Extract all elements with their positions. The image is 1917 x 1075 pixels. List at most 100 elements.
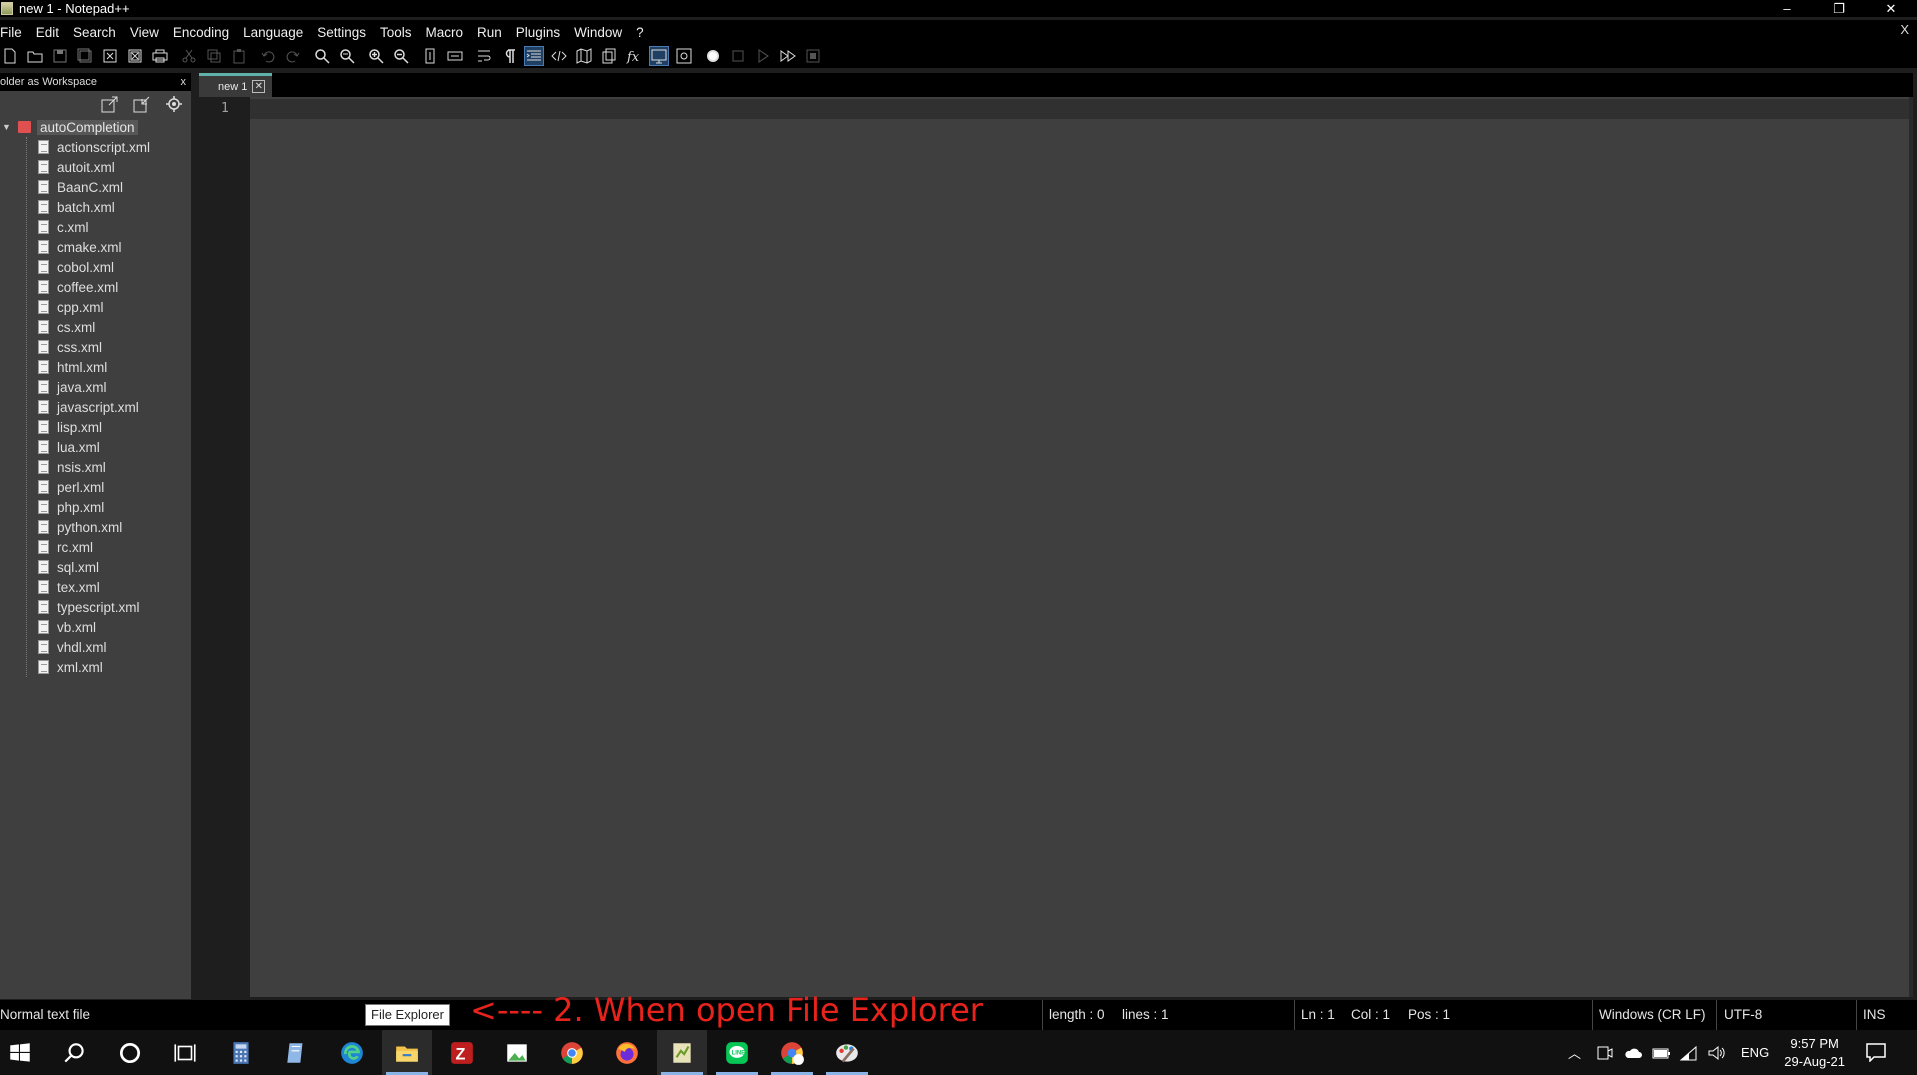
function-list-icon[interactable]: fx [624,46,644,66]
cortana-icon[interactable] [105,1030,155,1075]
tree-file-item[interactable]: batch.xml [27,197,191,217]
firefox-icon[interactable] [602,1030,652,1075]
notepadpp-app-icon[interactable] [1,2,13,15]
menu-settings[interactable]: Settings [317,25,366,40]
document-list-icon[interactable] [599,46,619,66]
tree-file-item[interactable]: cpp.xml [27,297,191,317]
menu-view[interactable]: View [130,25,159,40]
taskbar-clock[interactable]: 9:57 PM 29-Aug-21 [1784,1035,1845,1071]
expand-all-icon[interactable] [101,95,119,113]
tree-file-item[interactable]: lua.xml [27,437,191,457]
volume-icon[interactable] [1707,1044,1727,1062]
document-map-icon[interactable] [574,46,594,66]
redo-icon[interactable] [283,46,303,66]
tree-file-item[interactable]: typescript.xml [27,597,191,617]
cut-icon[interactable] [179,46,199,66]
record-macro-icon[interactable] [703,46,723,66]
tree-file-item[interactable]: sql.xml [27,557,191,577]
editor-area[interactable]: 1 [199,97,1913,997]
task-view-icon[interactable] [160,1030,210,1075]
status-encoding[interactable]: UTF-8 [1724,1007,1762,1022]
onedrive-cloud-icon[interactable] [1623,1044,1643,1062]
zoom-out-icon[interactable] [391,46,411,66]
xml-tag-icon[interactable] [549,46,569,66]
save-macro-icon[interactable] [803,46,823,66]
close-document-button[interactable]: X [1900,22,1909,37]
menu-file[interactable]: File [0,25,22,40]
notes-app-icon[interactable] [271,1030,321,1075]
tree-file-item[interactable]: lisp.xml [27,417,191,437]
tree-file-item[interactable]: c.xml [27,217,191,237]
close-all-icon[interactable] [125,46,145,66]
chrome-icon[interactable] [547,1030,597,1075]
tree-file-item[interactable]: cobol.xml [27,257,191,277]
notepadpp-taskbar-icon[interactable] [657,1030,707,1075]
sync-horizontal-icon[interactable] [445,46,465,66]
close-file-icon[interactable] [100,46,120,66]
indent-guide-icon[interactable] [524,46,544,66]
tree-file-item[interactable]: autoit.xml [27,157,191,177]
menu-encoding[interactable]: Encoding [173,25,229,40]
menu-window[interactable]: Window [574,25,622,40]
windows-start-icon[interactable] [0,1030,45,1075]
battery-icon[interactable] [1651,1044,1671,1062]
notification-center-icon[interactable] [1865,1042,1887,1062]
menu-help[interactable]: ? [636,25,644,40]
tree-file-item[interactable]: css.xml [27,337,191,357]
show-hidden-icons-chevron-icon[interactable]: ︿ [1568,1043,1581,1062]
tree-file-item[interactable]: vhdl.xml [27,637,191,657]
menu-run[interactable]: Run [477,25,502,40]
run-macro-multiple-icon[interactable] [778,46,798,66]
save-icon[interactable] [50,46,70,66]
menu-search[interactable]: Search [73,25,116,40]
sync-vertical-icon[interactable] [420,46,440,66]
copy-icon[interactable] [204,46,224,66]
edge-browser-icon[interactable] [327,1030,377,1075]
locate-current-file-icon[interactable] [165,95,183,113]
tree-file-item[interactable]: javascript.xml [27,397,191,417]
tree-file-item[interactable]: cs.xml [27,317,191,337]
tree-file-item[interactable]: php.xml [27,497,191,517]
tree-file-item[interactable]: html.xml [27,357,191,377]
tree-file-item[interactable]: actionscript.xml [27,137,191,157]
file-explorer-icon[interactable] [382,1030,432,1075]
tree-file-item[interactable]: python.xml [27,517,191,537]
input-language-indicator[interactable]: ENG [1741,1045,1769,1060]
line-app-icon[interactable]: LINE [712,1030,762,1075]
image-viewer-icon[interactable] [492,1030,542,1075]
replace-icon[interactable] [337,46,357,66]
filezilla-icon[interactable]: Z [437,1030,487,1075]
tree-root-autocompletion[interactable]: ▼ autoCompletion [0,117,191,137]
panel-close-button[interactable]: x [181,76,187,88]
find-icon[interactable] [312,46,332,66]
vertical-scrollbar[interactable] [1909,97,1913,997]
collapse-caret-icon[interactable]: ▼ [2,122,11,132]
tree-file-item[interactable]: rc.xml [27,537,191,557]
collapse-all-icon[interactable] [133,95,151,113]
open-file-icon[interactable] [25,46,45,66]
minimize-button[interactable]: – [1761,0,1813,17]
menu-edit[interactable]: Edit [36,25,59,40]
tab-close-icon[interactable]: ✕ [252,80,266,93]
search-icon[interactable] [50,1030,100,1075]
tree-file-item[interactable]: xml.xml [27,657,191,677]
menu-language[interactable]: Language [243,25,303,40]
chrome-profile-icon[interactable] [767,1030,817,1075]
menu-plugins[interactable]: Plugins [516,25,560,40]
tree-file-item[interactable]: vb.xml [27,617,191,637]
calculator-icon[interactable] [216,1030,266,1075]
show-all-chars-icon[interactable] [499,46,519,66]
print-icon[interactable] [150,46,170,66]
folder-as-workspace-icon[interactable] [649,46,669,66]
tree-file-item[interactable]: coffee.xml [27,277,191,297]
new-file-icon[interactable] [0,46,20,66]
status-eol[interactable]: Windows (CR LF) [1599,1007,1706,1022]
restore-button[interactable]: ❐ [1813,0,1865,17]
paint-app-icon[interactable] [822,1030,872,1075]
tree-file-item[interactable]: BaanC.xml [27,177,191,197]
paste-icon[interactable] [229,46,249,66]
tree-file-item[interactable]: cmake.xml [27,237,191,257]
stop-recording-icon[interactable] [728,46,748,66]
meet-now-icon[interactable] [1595,1044,1613,1062]
menu-tools[interactable]: Tools [380,25,412,40]
